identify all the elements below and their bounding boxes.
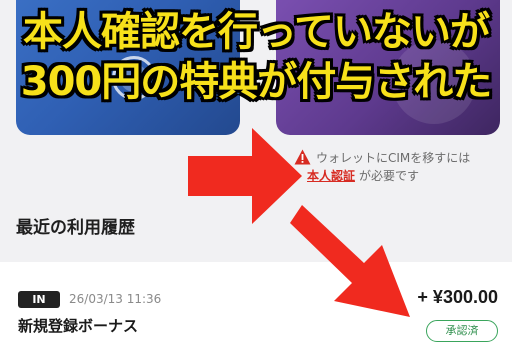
- kyc-link[interactable]: 本人認証: [307, 167, 355, 184]
- headline-line-2: 300円の特典が付与された: [20, 59, 493, 105]
- headline-line-1: 本人確認を行っていないが: [23, 9, 490, 55]
- history-list: [0, 262, 512, 361]
- tx-amount: + ¥300.00: [417, 287, 498, 307]
- status-badge: 承認済: [426, 320, 498, 342]
- kyc-warning: ウォレットにCIMを移すには: [294, 148, 470, 166]
- tx-datetime: 26/03/13 11:36: [69, 292, 162, 306]
- tx-name: 新規登録ボーナス: [18, 317, 139, 335]
- warning-icon: [294, 149, 311, 165]
- kyc-warning-line2: 本人認証 が必要です: [307, 167, 419, 184]
- tx-type-badge: IN: [18, 291, 60, 308]
- history-title: 最近の利用履歴: [16, 218, 135, 238]
- warning-suffix: が必要です: [359, 169, 420, 183]
- arrow-down-right-annotation: [290, 205, 410, 317]
- warning-text: ウォレットにCIMを移すには: [316, 150, 471, 165]
